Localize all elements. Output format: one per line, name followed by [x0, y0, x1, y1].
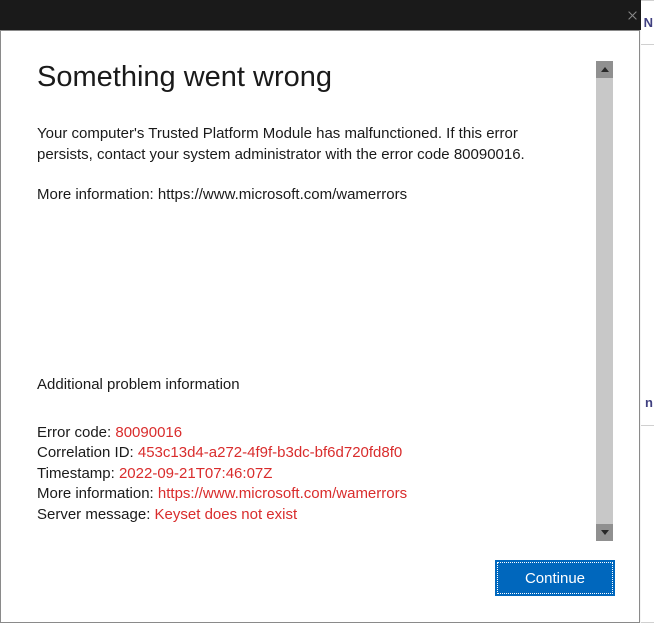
- server-message-value: Keyset does not exist: [155, 506, 298, 523]
- correlation-id-row: Correlation ID: 453c13d4-a272-4f9f-b3dc-…: [37, 443, 577, 463]
- error-code-label: Error code:: [37, 424, 115, 441]
- server-message-label: Server message:: [37, 506, 155, 523]
- chevron-down-icon: [601, 530, 609, 535]
- title-bar: [0, 0, 654, 30]
- continue-button[interactable]: Continue: [497, 562, 613, 594]
- scroll-down-button[interactable]: [596, 524, 613, 541]
- timestamp-row: Timestamp: 2022-09-21T07:46:07Z: [37, 464, 577, 484]
- scrollbar[interactable]: [596, 61, 613, 541]
- timestamp-value: 2022-09-21T07:46:07Z: [119, 465, 272, 482]
- bg-text-fragment: N: [644, 15, 653, 30]
- timestamp-label: Timestamp:: [37, 465, 119, 482]
- server-message-row: Server message: Keyset does not exist: [37, 505, 577, 525]
- more-info-row: More information: https://www.microsoft.…: [37, 484, 577, 504]
- background-window-edge: N n: [641, 0, 654, 623]
- error-description: Your computer's Trusted Platform Module …: [37, 124, 577, 165]
- error-dialog: Something went wrong Your computer's Tru…: [0, 30, 640, 623]
- error-code-row: Error code: 80090016: [37, 423, 577, 443]
- close-icon[interactable]: [627, 10, 638, 21]
- dialog-heading: Something went wrong: [37, 61, 577, 94]
- correlation-id-label: Correlation ID:: [37, 444, 138, 461]
- dialog-content: Something went wrong Your computer's Tru…: [37, 61, 577, 547]
- scroll-up-button[interactable]: [596, 61, 613, 78]
- chevron-up-icon: [601, 67, 609, 72]
- additional-info-heading: Additional problem information: [37, 376, 577, 393]
- error-code-value: 80090016: [115, 424, 182, 441]
- bg-text-fragment: n: [645, 395, 653, 410]
- bg-divider: [641, 44, 654, 45]
- correlation-id-value: 453c13d4-a272-4f9f-b3dc-bf6d720fd8f0: [138, 444, 402, 461]
- more-information-text: More information: https://www.microsoft.…: [37, 185, 577, 206]
- more-info-link[interactable]: https://www.microsoft.com/wamerrors: [158, 485, 407, 502]
- more-info-label: More information:: [37, 485, 158, 502]
- bg-divider: [641, 425, 654, 426]
